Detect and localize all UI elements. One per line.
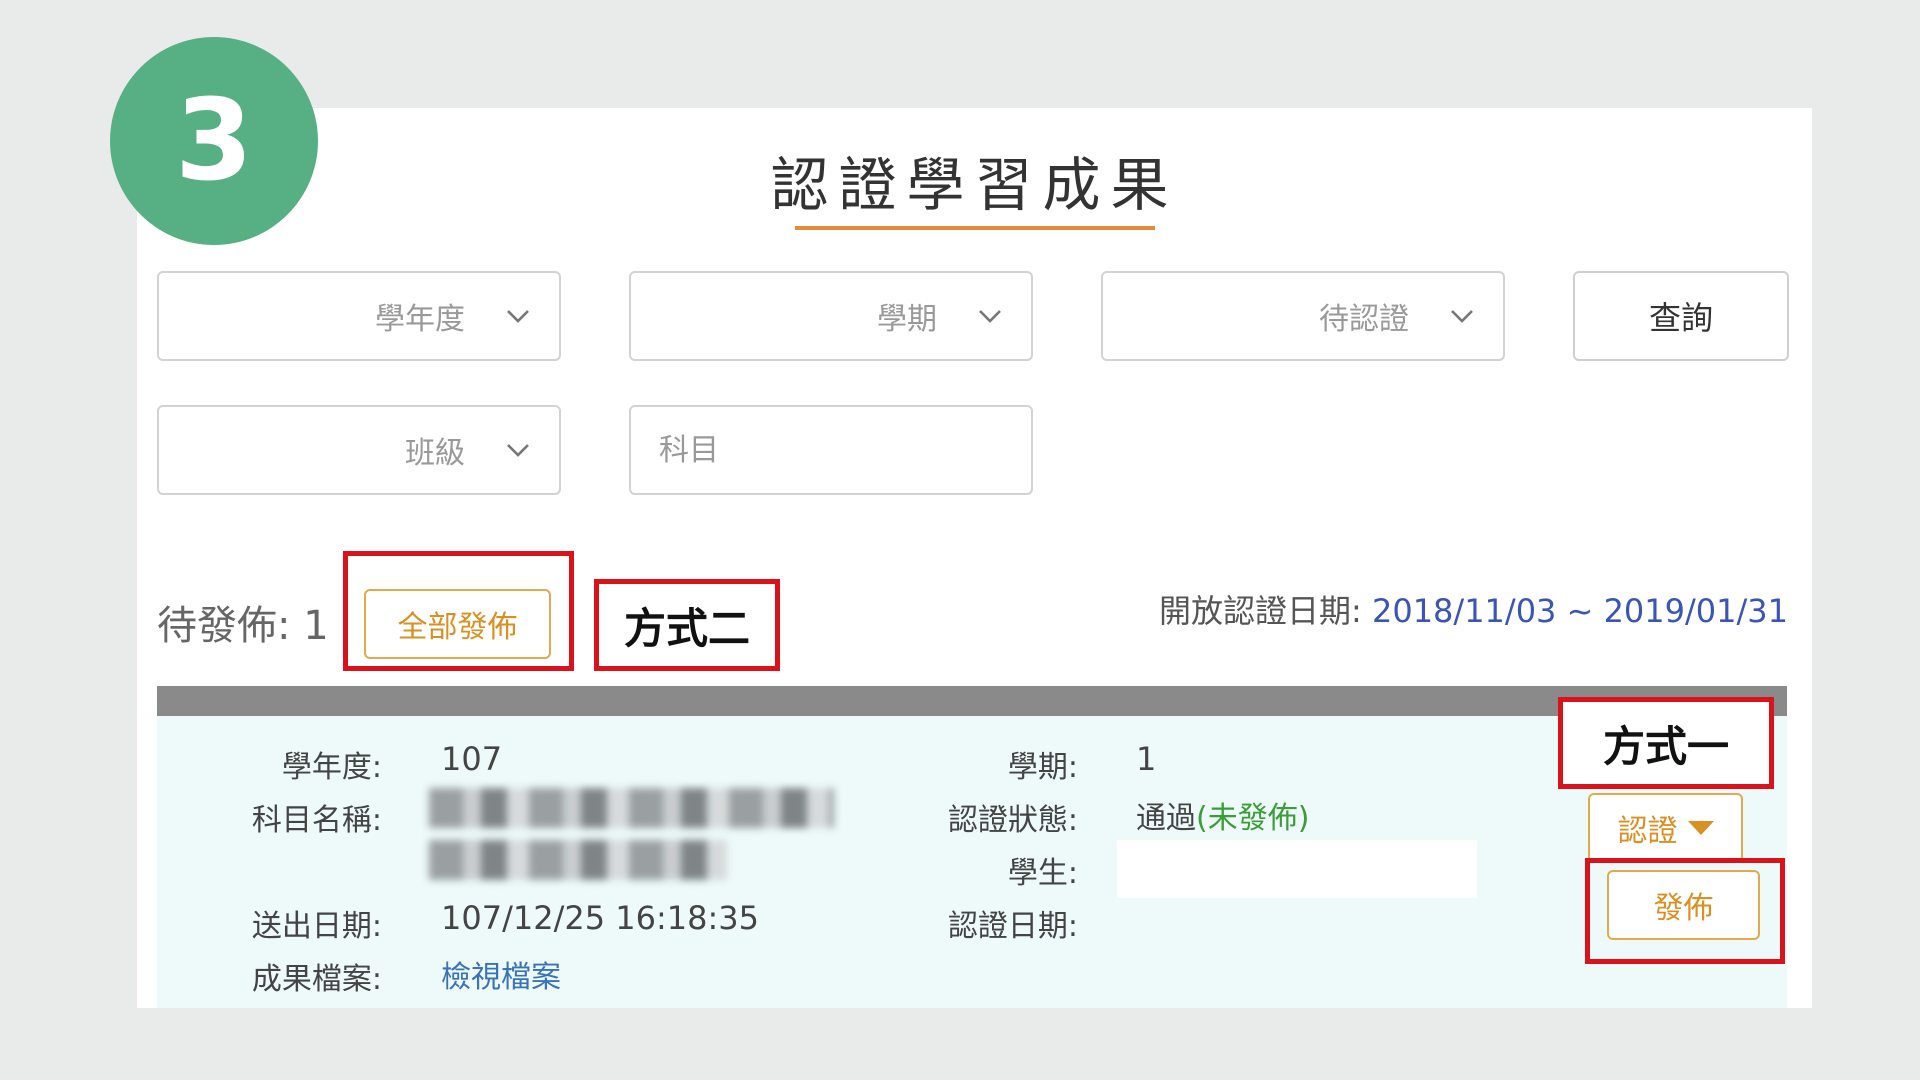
class-select[interactable]: 班級 — [157, 405, 561, 495]
submit-date-value: 107/12/25 16:18:35 — [441, 899, 759, 937]
record-header-bar — [157, 686, 1787, 716]
result-file-label: 成果檔案: — [251, 962, 382, 997]
semester-label: 學期: — [1007, 750, 1078, 785]
record-card: 學年度: 107 科目名稱: 送出日期: 107/12/25 16:18:35 … — [157, 716, 1787, 1008]
cert-status-value: 通過(未發佈) — [1136, 793, 1309, 837]
title-underline — [795, 226, 1155, 230]
view-file-link[interactable]: 檢視檔案 — [441, 952, 561, 996]
subject-name-redacted — [429, 788, 834, 828]
subject-name-redacted-line2 — [429, 840, 727, 880]
cert-date-label: 認證日期: — [947, 909, 1078, 944]
chevron-down-icon — [505, 303, 531, 329]
caret-down-icon — [1687, 821, 1714, 835]
step-number-badge: 3 — [110, 37, 318, 245]
cert-status-text: 通過 — [1136, 801, 1196, 836]
cert-status-label: 認證狀態: — [947, 803, 1078, 838]
highlight-box-publish-all — [343, 551, 574, 671]
certify-button-label: 認證 — [1617, 814, 1678, 849]
school-year-label: 學年度: — [281, 750, 382, 785]
student-label: 學生: — [1007, 856, 1078, 891]
student-value-redacted — [1117, 840, 1477, 898]
school-year-select[interactable]: 學年度 — [157, 271, 561, 361]
open-date-range: 2018/11/03 ~ 2019/01/31 — [1371, 592, 1788, 630]
open-date-label: 開放認證日期: — [1159, 592, 1362, 630]
page-title: 認證學習成果 — [770, 151, 1179, 219]
certify-panel: 認證學習成果 學年度 學期 待認證 查詢 班級 科目 待發佈: 1 全部發佈 方… — [137, 108, 1812, 1008]
chevron-down-icon — [977, 303, 1003, 329]
cert-status-unpublished: (未發佈) — [1196, 801, 1310, 836]
open-date: 開放認證日期: 2018/11/03 ~ 2019/01/31 — [1159, 586, 1788, 632]
chevron-down-icon — [505, 437, 531, 463]
chevron-down-icon — [1449, 303, 1475, 329]
screenshot-stage: 3 認證學習成果 學年度 學期 待認證 查詢 班級 科目 待發佈: 1 全部發佈… — [0, 0, 1920, 1080]
status-select-label: 待認證 — [1319, 302, 1409, 337]
method-one-label: 方式一 — [1558, 697, 1774, 789]
semester-select[interactable]: 學期 — [629, 271, 1033, 361]
subject-name-label: 科目名稱: — [251, 803, 382, 838]
highlight-box-publish — [1585, 858, 1785, 964]
subject-input[interactable] — [629, 405, 1033, 495]
semester-value: 1 — [1136, 740, 1157, 778]
query-button[interactable]: 查詢 — [1573, 271, 1789, 361]
pending-count: 待發佈: 1 — [157, 603, 329, 649]
class-select-label: 班級 — [405, 436, 465, 471]
status-select[interactable]: 待認證 — [1101, 271, 1505, 361]
school-year-select-label: 學年度 — [375, 302, 465, 337]
method-two-label: 方式二 — [594, 579, 780, 671]
submit-date-label: 送出日期: — [251, 909, 382, 944]
school-year-value: 107 — [441, 740, 503, 778]
semester-select-label: 學期 — [877, 302, 937, 337]
certify-dropdown-button[interactable]: 認證 — [1588, 793, 1743, 863]
